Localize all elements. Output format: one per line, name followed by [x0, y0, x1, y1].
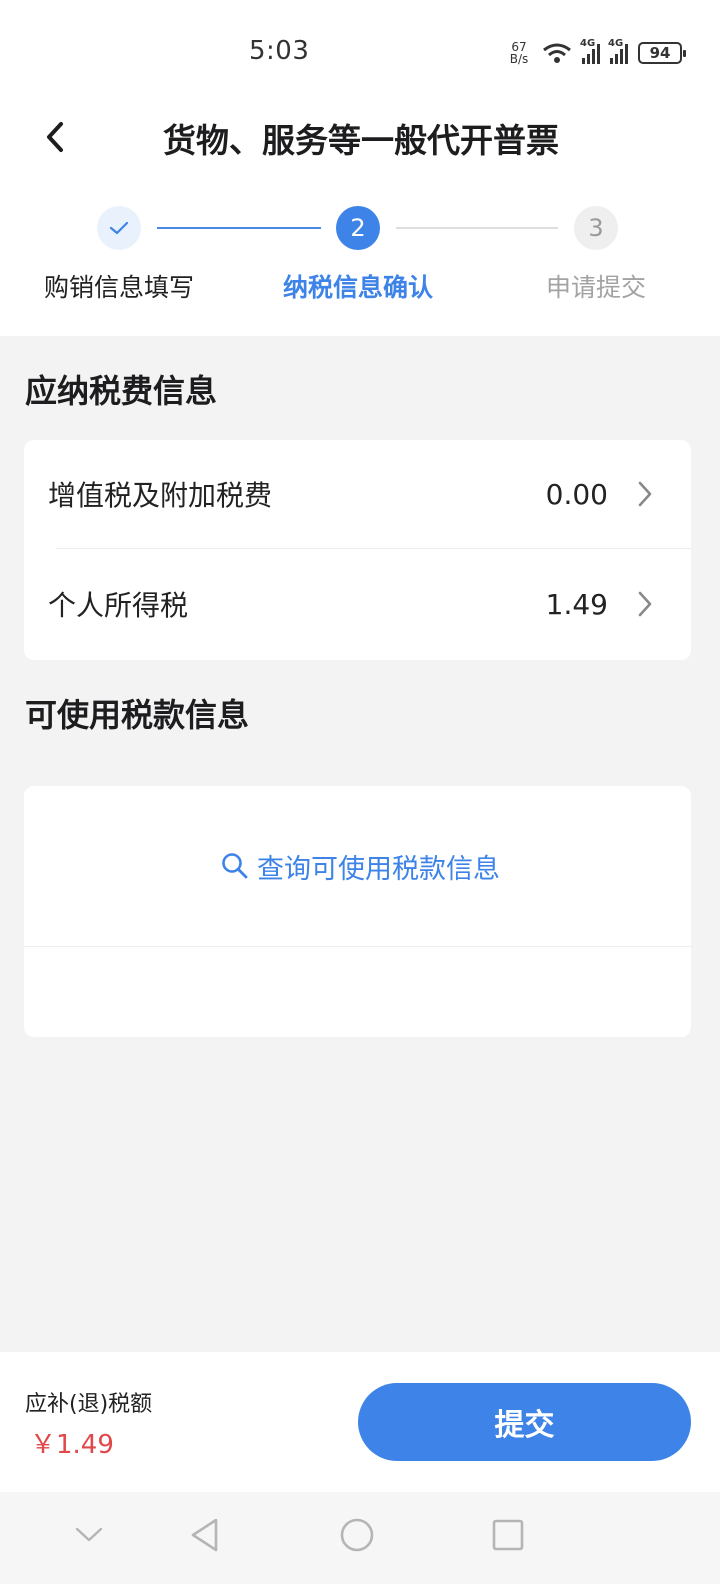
nav-recent-button[interactable]	[485, 1512, 531, 1558]
step-1-label: 购销信息填写	[43, 273, 194, 302]
status-time: 5:03	[249, 36, 310, 66]
chevron-down-icon	[75, 1527, 103, 1542]
query-label: 查询可使用税款信息	[257, 853, 500, 885]
battery-icon: 94	[638, 42, 686, 64]
divider	[24, 946, 691, 947]
available-tax-card: 查询可使用税款信息	[24, 786, 691, 1037]
circle-home-icon	[340, 1518, 374, 1552]
step-1-indicator	[97, 206, 141, 250]
step-2-label: 纳税信息确认	[282, 273, 433, 302]
triangle-back-icon	[191, 1518, 218, 1552]
nav-home-button[interactable]	[334, 1512, 380, 1558]
tax-row-vat[interactable]: 增值税及附加税费 0.00	[24, 440, 691, 548]
signal-label: 4G	[580, 38, 596, 49]
system-nav-bar	[0, 1492, 720, 1584]
available-tax-title: 可使用税款信息	[25, 696, 250, 734]
step-3-indicator: 3	[574, 206, 618, 250]
tax-info-title: 应纳税费信息	[25, 372, 218, 410]
step-3-label: 申请提交	[545, 273, 646, 302]
net-speed-unit: B/s	[509, 52, 529, 66]
cell-signal-icon: 4G	[580, 38, 600, 64]
step-2-indicator: 2	[336, 206, 380, 250]
tax-info-card: 增值税及附加税费 0.00 个人所得税 1.49	[24, 440, 691, 660]
amount-value: ￥1.49	[30, 1430, 114, 1460]
tax-row-name: 个人所得税	[48, 589, 189, 622]
submit-button[interactable]: 提交	[358, 1383, 691, 1461]
divider	[56, 548, 691, 549]
page-title: 货物、服务等一般代开普票	[163, 121, 559, 160]
nav-back-button[interactable]	[182, 1512, 228, 1558]
status-icons: 67 B/s 4G 4G 94	[506, 38, 686, 68]
tax-row-name: 增值税及附加税费	[48, 479, 273, 512]
tax-row-value: 1.49	[545, 587, 608, 621]
chevron-right-icon	[638, 591, 652, 617]
chevron-right-icon	[638, 481, 652, 507]
tax-row-value: 0.00	[545, 477, 608, 511]
step-connector-1	[157, 227, 321, 229]
amount-label: 应补(退)税额	[25, 1392, 153, 1417]
nav-hide-button[interactable]	[66, 1512, 112, 1558]
step-connector-2	[396, 227, 558, 229]
check-icon	[109, 221, 129, 235]
top-panel: 5:03 67 B/s 4G 4G 94 货物、服务等一般代开普票 2 3 购销…	[0, 0, 720, 336]
net-speed: 67 B/s	[506, 41, 532, 65]
search-icon	[222, 853, 248, 879]
wifi-icon	[543, 43, 571, 63]
tax-row-income-tax[interactable]: 个人所得税 1.49	[24, 550, 691, 658]
signal-label: 4G	[608, 38, 624, 49]
cell-signal-icon: 4G	[608, 38, 628, 64]
query-available-tax-button[interactable]: 查询可使用税款信息	[24, 786, 691, 946]
bottom-action-bar: 应补(退)税额 ￥1.49 提交	[0, 1352, 720, 1492]
square-recent-icon	[492, 1519, 524, 1551]
